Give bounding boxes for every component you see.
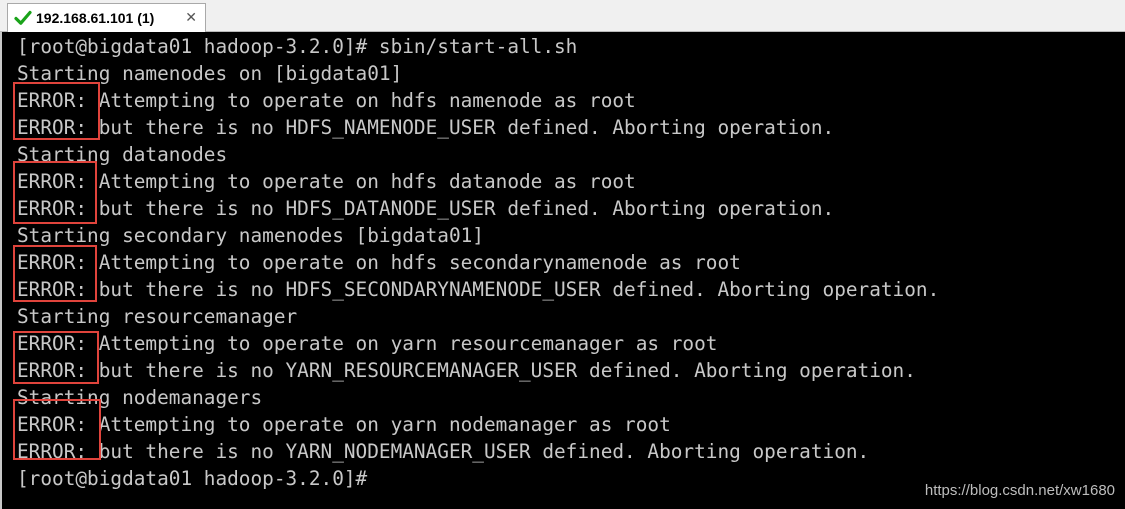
terminal-line: ERROR: but there is no YARN_RESOURCEMANA…	[17, 359, 916, 382]
terminal-line: Starting namenodes on [bigdata01]	[17, 62, 403, 85]
terminal-line: ERROR: Attempting to operate on hdfs dat…	[17, 170, 636, 193]
terminal-line: Starting nodemanagers	[17, 386, 263, 409]
error-highlight-box	[13, 399, 101, 460]
terminal-line: Starting datanodes	[17, 143, 228, 166]
session-tab[interactable]: 192.168.61.101 (1) ✕	[7, 3, 206, 32]
prompt-line: [root@bigdata01 hadoop-3.2.0]#	[17, 465, 939, 492]
error-highlight-box	[13, 331, 99, 384]
cursor	[367, 468, 377, 488]
terminal-lines: [root@bigdata01 hadoop-3.2.0]# sbin/star…	[17, 33, 939, 492]
terminal-line: ERROR: Attempting to operate on hdfs sec…	[17, 251, 741, 274]
terminal-line: ERROR: Attempting to operate on yarn nod…	[17, 413, 671, 436]
error-highlight-box	[13, 82, 100, 140]
check-icon	[14, 9, 32, 27]
close-icon[interactable]: ✕	[185, 10, 197, 26]
tab-bar: 192.168.61.101 (1) ✕	[0, 0, 1125, 32]
terminal-line: ERROR: Attempting to operate on hdfs nam…	[17, 89, 636, 112]
terminal-line: Starting resourcemanager	[17, 305, 298, 328]
terminal-line: ERROR: but there is no YARN_NODEMANAGER_…	[17, 440, 870, 463]
terminal-line: ERROR: but there is no HDFS_NAMENODE_USE…	[17, 116, 835, 139]
terminal-line: Starting secondary namenodes [bigdata01]	[17, 224, 484, 247]
watermark: https://blog.csdn.net/xw1680	[924, 482, 1115, 499]
terminal-output[interactable]: [root@bigdata01 hadoop-3.2.0]# sbin/star…	[0, 32, 1125, 509]
terminal-window: 192.168.61.101 (1) ✕ [root@bigdata01 had…	[0, 0, 1125, 509]
terminal-line: ERROR: but there is no HDFS_DATANODE_USE…	[17, 197, 835, 220]
terminal-line: [root@bigdata01 hadoop-3.2.0]# sbin/star…	[17, 35, 578, 58]
tab-title: 192.168.61.101 (1)	[36, 10, 155, 26]
terminal-line: ERROR: but there is no HDFS_SECONDARYNAM…	[17, 278, 940, 301]
error-highlight-box	[13, 161, 97, 224]
prompt-text: [root@bigdata01 hadoop-3.2.0]#	[17, 467, 368, 490]
error-highlight-box	[13, 245, 97, 302]
terminal-line: ERROR: Attempting to operate on yarn res…	[17, 332, 718, 355]
